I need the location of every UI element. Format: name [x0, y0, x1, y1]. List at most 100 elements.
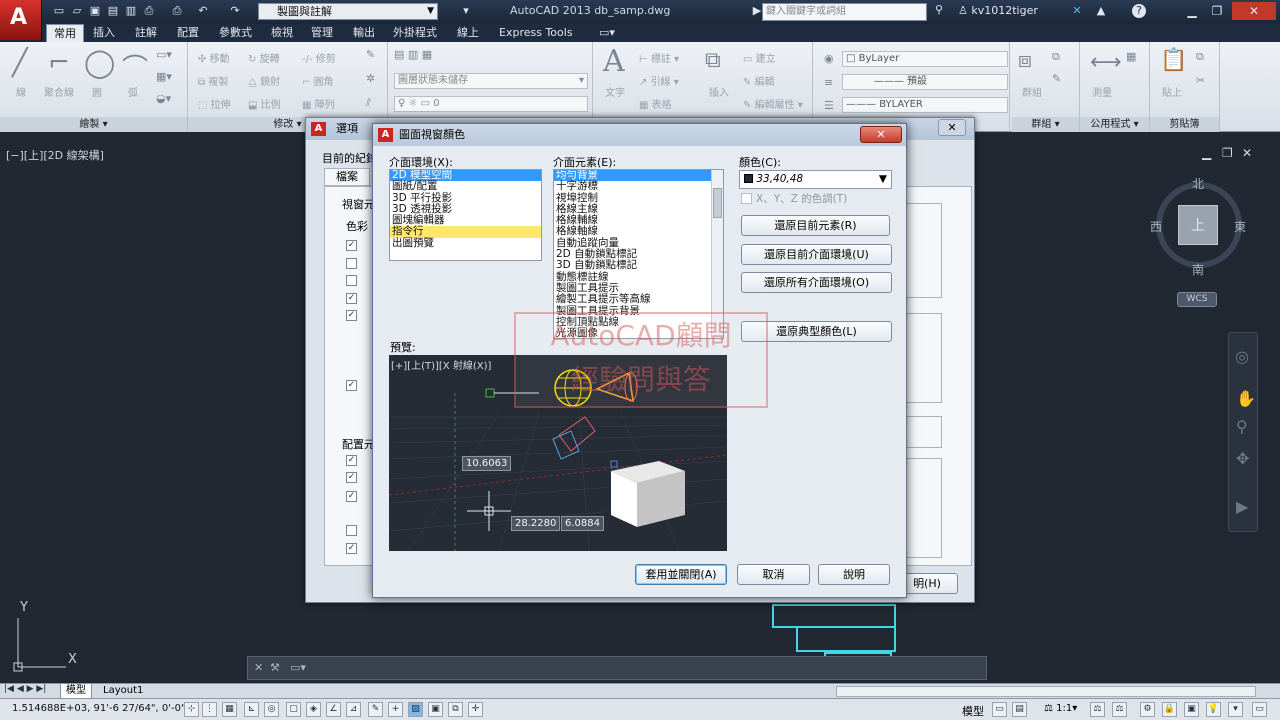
infer-constraints-icon[interactable]: ⊹ [184, 702, 199, 717]
modify-tool-fillet[interactable]: ⌐ 圓角 [302, 73, 334, 88]
panel-title-utilities[interactable]: 公用程式 ▾ [1080, 117, 1149, 132]
lineweight-toggle-icon[interactable]: + [388, 702, 403, 717]
modify-tool-rotate[interactable]: ↻ 旋轉 [248, 50, 280, 65]
option-checkbox[interactable]: ✓ [346, 240, 357, 251]
orbit-icon[interactable]: ✥ [1236, 449, 1249, 468]
tab-view[interactable]: 檢視 [264, 24, 300, 42]
modify-tool-stretch[interactable]: ⬚ 拉伸 [198, 96, 231, 111]
quick-view-layouts-icon[interactable]: ▭ [992, 702, 1007, 717]
tab-parametric[interactable]: 參數式 [212, 24, 259, 42]
save-as-icon[interactable]: ▤ [106, 4, 120, 18]
minimize-icon[interactable]: ▁ [1180, 2, 1204, 20]
compass-south[interactable]: 南 [1192, 261, 1204, 278]
viewport-restore-icon[interactable]: ❐ [1222, 146, 1233, 160]
annotation-monitor-icon[interactable]: ✛ [468, 702, 483, 717]
tint-checkbox[interactable] [741, 193, 752, 204]
auto-scale-icon[interactable]: ⚖ [1112, 702, 1127, 717]
ungroup-icon[interactable]: ⧉ [1052, 50, 1060, 64]
hardware-acceleration-icon[interactable]: ▣ [1184, 702, 1199, 717]
tab-home[interactable]: 常用 [46, 24, 84, 42]
quick-view-drawings-icon[interactable]: ▤ [1012, 702, 1027, 717]
workspace-combo[interactable]: 製圖與註解 ▼ [258, 3, 438, 20]
tab-annotate[interactable]: 註解 [128, 24, 164, 42]
modify-tool-move[interactable]: ✣ 移動 [198, 50, 230, 65]
lock-ui-icon[interactable]: 🔒 [1162, 702, 1177, 717]
tab-addins[interactable]: 外掛程式 [386, 24, 444, 42]
wcs-menu[interactable]: WCS [1177, 292, 1217, 307]
selection-cycling-icon[interactable]: ⧉ [448, 702, 463, 717]
option-checkbox[interactable] [346, 525, 357, 536]
viewport-close-icon[interactable]: ✕ [1242, 146, 1252, 160]
search-input[interactable]: 鍵入關鍵字或詞組 [762, 3, 927, 21]
object-snap-icon[interactable]: ▢ [286, 702, 301, 717]
command-line[interactable]: ✕ ⚒ ▭▾ [247, 656, 987, 680]
ortho-mode-icon[interactable]: ⊾ [244, 702, 259, 717]
3d-osnap-icon[interactable]: ◈ [306, 702, 321, 717]
compass-east[interactable]: 東 [1234, 218, 1246, 235]
option-checkbox[interactable]: ✓ [346, 293, 357, 304]
modify-tool-copy[interactable]: ⧉ 複製 [198, 73, 228, 88]
ribbon-minimize-toggle[interactable]: ▭▾ [592, 24, 622, 42]
otrack-icon[interactable]: ∠ [326, 702, 341, 717]
quick-access-menu[interactable]: ▾ [446, 4, 486, 18]
create-block-tool[interactable]: ▭ 建立 [743, 50, 776, 65]
arc-icon[interactable]: ⌒ [122, 48, 148, 85]
tab-layout1[interactable]: Layout1 [98, 684, 148, 699]
tab-manage[interactable]: 管理 [304, 24, 340, 42]
restore-context-button[interactable]: 還原目前介面環境(U) [741, 244, 892, 265]
option-checkbox[interactable]: ✓ [346, 472, 357, 483]
dimension-tool[interactable]: ⊢ 標註 ▾ [639, 50, 679, 65]
redo-icon[interactable]: ↷ [228, 4, 242, 18]
lineweight-combo[interactable]: ——— BYLAYER [842, 97, 1008, 113]
option-checkbox[interactable]: ✓ [346, 491, 357, 502]
table-tool[interactable]: ▦ 表格 [639, 96, 672, 111]
exchange-icon[interactable]: ✕ [1070, 4, 1084, 18]
edit-block-tool[interactable]: ✎ 編輯 [743, 73, 775, 88]
drawing-object[interactable] [772, 604, 896, 628]
element-item[interactable]: 十字游標 [554, 181, 723, 192]
paste-icon[interactable]: 📋 [1160, 48, 1187, 73]
option-checkbox[interactable] [346, 258, 357, 269]
viewcube-top-face[interactable]: 上 [1178, 205, 1218, 245]
edit-attributes-tool[interactable]: ✎ 編輯屬性 ▾ [743, 96, 803, 111]
annotation-scale[interactable]: ⚖ 1:1▾ [1044, 703, 1077, 714]
tab-online[interactable]: 線上 [450, 24, 486, 42]
circle-icon[interactable]: ◯ [84, 46, 115, 79]
linetype-combo[interactable]: ——— 預設 [842, 74, 1008, 90]
stay-connected-icon[interactable]: ▲ [1094, 4, 1108, 18]
option-checkbox[interactable]: ✓ [346, 380, 357, 391]
isolate-objects-icon[interactable]: 💡 [1206, 702, 1221, 717]
navigation-bar[interactable]: ◎ ✋ ⚲ ✥ ▶ [1228, 332, 1258, 532]
insert-block-icon[interactable]: ⧉ [705, 48, 721, 73]
panel-title-groups[interactable]: 群組 ▾ [1012, 117, 1079, 132]
horizontal-scrollbar[interactable] [836, 686, 1256, 697]
polyline-icon[interactable]: ⌐ [48, 48, 70, 78]
modify-tool-scale[interactable]: ⬓ 比例 [248, 96, 281, 111]
modify-tool-array[interactable]: ▦ 陣列 [302, 96, 335, 111]
modify-tool-mirror[interactable]: ⧋ 鏡射 [248, 73, 280, 88]
compass-north[interactable]: 北 [1192, 175, 1204, 192]
leader-tool[interactable]: ↗ 引線 ▾ [639, 73, 679, 88]
copy-clip-icon[interactable]: ⧉ [1196, 50, 1204, 64]
coordinates-readout[interactable]: 1.514688E+03, 91'-6 27/64", 0'-0" [12, 703, 186, 714]
color-combo[interactable]: □ ByLayer [842, 51, 1008, 67]
layer-combo[interactable]: ♀ ☼ ▭ 0 [394, 96, 588, 112]
drawing-object[interactable] [796, 626, 896, 652]
zoom-icon[interactable]: ⚲ [1236, 417, 1248, 436]
binoculars-icon[interactable]: ⚲ [932, 3, 946, 17]
context-item[interactable]: 圖紙/配置 [390, 181, 541, 192]
rectangle-icon[interactable]: ▭▾ [156, 48, 172, 61]
option-checkbox[interactable]: ✓ [346, 543, 357, 554]
group-icon[interactable]: ⧈ [1018, 48, 1032, 73]
layout-nav-arrows-icon[interactable]: |◀ ◀ ▶ ▶| [4, 684, 46, 694]
match-properties-icon[interactable]: ◉ [824, 52, 834, 65]
apply-close-button[interactable]: 套用並關閉(A) [635, 564, 727, 585]
explode-icon[interactable]: ✲ [366, 72, 375, 85]
pan-icon[interactable]: ✋ [1236, 389, 1256, 408]
viewcube[interactable]: 北 南 東 西 上 [1150, 170, 1250, 280]
line-icon[interactable]: ╱ [12, 48, 28, 78]
annotation-visibility-icon[interactable]: ⚖ [1090, 702, 1105, 717]
publish-icon[interactable]: ▥ [124, 4, 138, 18]
workspace-switch-icon[interactable]: ⚙ [1140, 702, 1155, 717]
tab-express-tools[interactable]: Express Tools [492, 24, 580, 42]
